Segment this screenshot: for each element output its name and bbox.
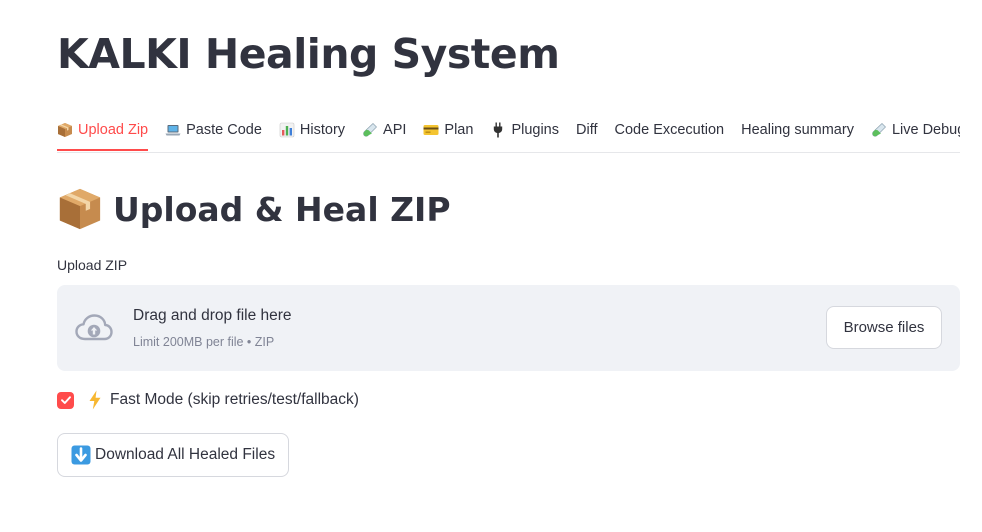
tab-label: Paste Code <box>186 122 262 138</box>
tab-upload-zip[interactable]: Upload Zip <box>57 110 149 151</box>
tab-plugins[interactable]: Plugins <box>490 110 559 150</box>
fast-mode-label: Fast Mode (skip retries/test/fallback) <box>110 391 359 408</box>
app-title: KALKI Healing System <box>57 30 560 78</box>
tab-label: Healing summary <box>741 122 854 138</box>
tab-bar: Upload Zip Paste Code History API Plan P… <box>57 110 960 153</box>
tab-diff[interactable]: Diff <box>576 110 598 150</box>
credit-card-icon <box>423 125 439 135</box>
page: KALKI Healing System Upload Zip Paste Co… <box>0 0 982 532</box>
tab-api[interactable]: API <box>362 110 406 150</box>
uploader-label: Upload ZIP <box>57 257 128 273</box>
section-heading-text: Upload & Heal ZIP <box>113 189 451 229</box>
laptop-icon <box>165 125 181 136</box>
tab-label: Code Excecution <box>614 122 725 138</box>
plug-icon <box>494 122 503 138</box>
file-dropzone[interactable]: Drag and drop file here Limit 200MB per … <box>57 285 960 371</box>
tab-label: Plugins <box>511 122 559 138</box>
fast-mode-checkbox[interactable] <box>57 391 74 409</box>
download-all-button[interactable]: Download All Healed Files <box>57 433 290 477</box>
test-tube-icon <box>363 123 378 137</box>
tab-code-execution[interactable]: Code Excecution <box>615 110 725 150</box>
tab-live-debug[interactable]: Live Debug <box>871 110 960 150</box>
download-all-label: Download All Healed Files <box>95 446 276 463</box>
tab-label: History <box>299 122 346 138</box>
tab-label: Upload Zip <box>78 122 149 138</box>
tab-plan[interactable]: Plan <box>423 110 473 150</box>
tab-healing-summary[interactable]: Healing summary <box>741 110 854 150</box>
dropzone-limit: Limit 200MB per file • ZIP <box>133 335 275 349</box>
tab-label: Diff <box>576 122 598 138</box>
test-tube-icon <box>872 123 886 137</box>
browse-files-button[interactable]: Browse files <box>826 306 942 349</box>
tab-history[interactable]: History <box>279 110 345 150</box>
check-icon <box>60 396 71 404</box>
bar-chart-icon <box>279 122 295 138</box>
tab-paste-code[interactable]: Paste Code <box>165 110 262 150</box>
tab-label: Plan <box>444 122 474 138</box>
tab-label: API <box>383 122 407 138</box>
cloud-upload-icon <box>75 314 113 341</box>
package-icon <box>59 188 101 230</box>
section-heading: Upload & Heal ZIP <box>57 186 451 232</box>
down-arrow-icon <box>71 445 91 465</box>
dropzone-instructions: Drag and drop file here <box>133 307 292 324</box>
tab-label: Live Debug <box>891 122 960 138</box>
lightning-icon <box>89 390 101 410</box>
package-icon <box>58 123 72 137</box>
fast-mode-checkbox-row[interactable]: Fast Mode (skip retries/test/fallback) <box>57 390 359 410</box>
